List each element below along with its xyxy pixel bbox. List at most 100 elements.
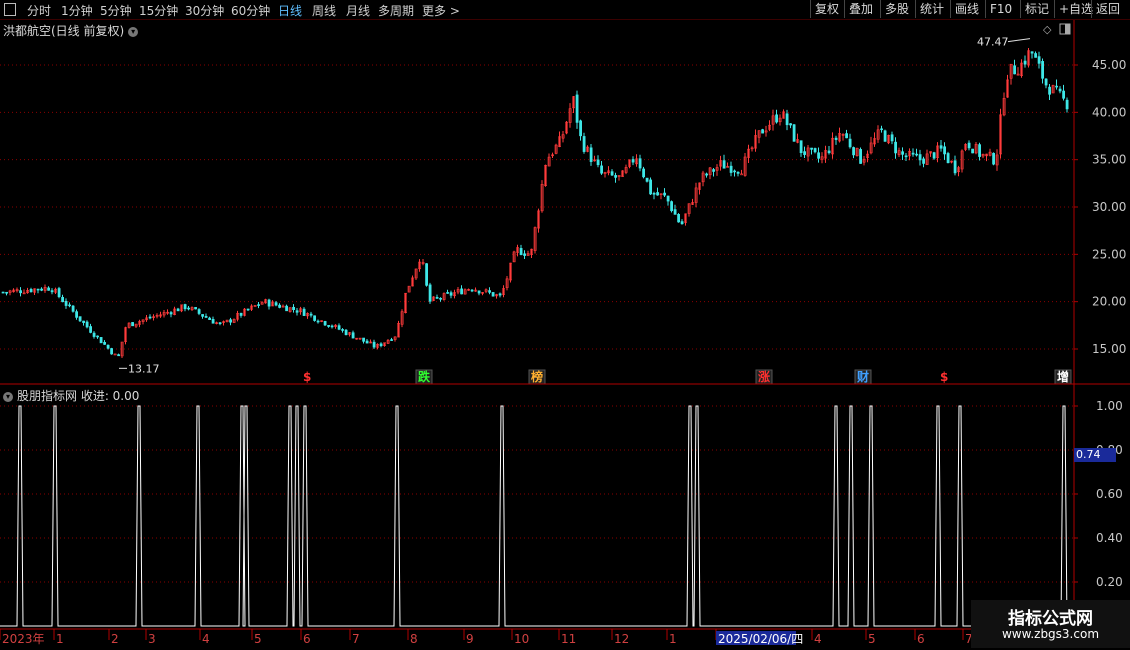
candle-body [859,149,863,164]
x-axis-label: 6 [917,632,925,646]
candle-body [64,300,68,306]
price-tick-label: 25.00 [1092,247,1126,261]
candle-body [131,322,135,327]
candle-body [365,340,369,344]
candle-body [1034,53,1038,58]
candle-body [666,195,670,202]
candle-body [208,317,212,321]
candle-body [852,147,856,156]
candle-body [740,173,744,176]
event-marker: $ [303,370,311,384]
x-axis-label: 12 [614,632,629,646]
indicator-line [0,405,1074,627]
event-marker: 增 [1057,369,1069,384]
candle-body [705,173,709,176]
indicator-tick-label: 0.40 [1096,531,1123,545]
candle-body [103,342,107,345]
candle-body [176,308,180,312]
candle-body [656,192,660,196]
candle-body [344,329,348,336]
candle-body [775,114,779,123]
low-price-label: 13.17 [128,362,160,375]
candle-body [880,128,884,131]
candle-body [848,138,852,148]
x-axis-label: 4 [814,632,822,646]
candle-body [229,319,233,323]
candle-body [106,344,110,349]
x-axis-label: 2 [111,632,119,646]
candle-body [1023,60,1027,65]
x-axis-label: 3 [148,632,156,646]
candle-body [341,329,345,331]
candle-body [372,341,376,348]
candle-body [589,147,593,162]
candle-body [201,314,205,317]
x-axis-label: 6 [303,632,311,646]
candle-body [1013,65,1017,75]
candle-body [316,320,320,323]
candle-body [1041,61,1045,79]
candle-body [523,253,527,256]
candle-body [257,304,261,306]
candle-body [1,291,5,294]
candle-body [992,152,996,165]
candle-body [922,158,926,164]
candle-body [498,293,502,296]
candle-body [470,289,474,292]
candle-body [670,201,674,212]
candle-body [600,165,604,174]
candle-body [187,307,191,310]
event-marker: 跌 [418,369,431,384]
candle-body [61,296,65,303]
x-axis-label: 1 [56,632,64,646]
candle-body [792,124,796,142]
x-axis-label: 4 [202,632,210,646]
candle-body [89,326,93,333]
candle-body [803,151,807,155]
candle-body [894,141,898,154]
event-marker: $ [940,370,948,384]
candle-body [435,297,439,299]
x-axis-label: 2023年 [2,632,45,646]
candle-body [71,305,75,312]
x-axis-label: 11 [561,632,576,646]
candle-body [1048,86,1052,95]
candle-body [327,325,331,327]
candle-body [460,288,464,295]
candle-body [99,337,103,344]
candle-body [491,292,495,297]
candle-body [579,120,583,137]
event-marker: 涨 [758,369,770,384]
candle-body [148,316,152,319]
candle-body [649,179,653,195]
candle-body [488,290,492,293]
watermark-line2: www.zbgs3.com [1001,627,1100,641]
candle-body [267,299,271,307]
price-tick-label: 40.00 [1092,105,1126,119]
candle-body [642,168,646,178]
chart-canvas[interactable]: 47.47 13.17 $ 跌 榜 涨 财 $ 增 45.00 40.00 35.00 30.00 2… [0,0,1130,650]
candle-body [1058,88,1062,92]
candle-body [729,165,733,173]
price-tick-label: 20.00 [1092,295,1126,309]
candle-body [68,304,72,307]
candle-body [425,263,429,286]
candle-body [110,348,114,355]
candle-body [915,153,919,156]
candle-body [274,302,278,306]
candle-body [785,113,789,126]
candle-body [292,306,296,311]
candle-body [75,311,79,318]
candle-body [918,154,922,161]
x-axis-label: 10 [514,632,529,646]
candle-body [673,209,677,215]
price-tick-label: 15.00 [1092,342,1126,356]
candle-body [169,312,173,315]
candle-body [477,290,481,294]
x-axis-label: 9 [466,632,474,646]
candle-body [36,288,40,291]
diamond-icon[interactable]: ◇ [1043,23,1052,36]
candle-body [845,133,849,139]
candle-body [428,284,432,302]
candle-body [978,144,982,157]
